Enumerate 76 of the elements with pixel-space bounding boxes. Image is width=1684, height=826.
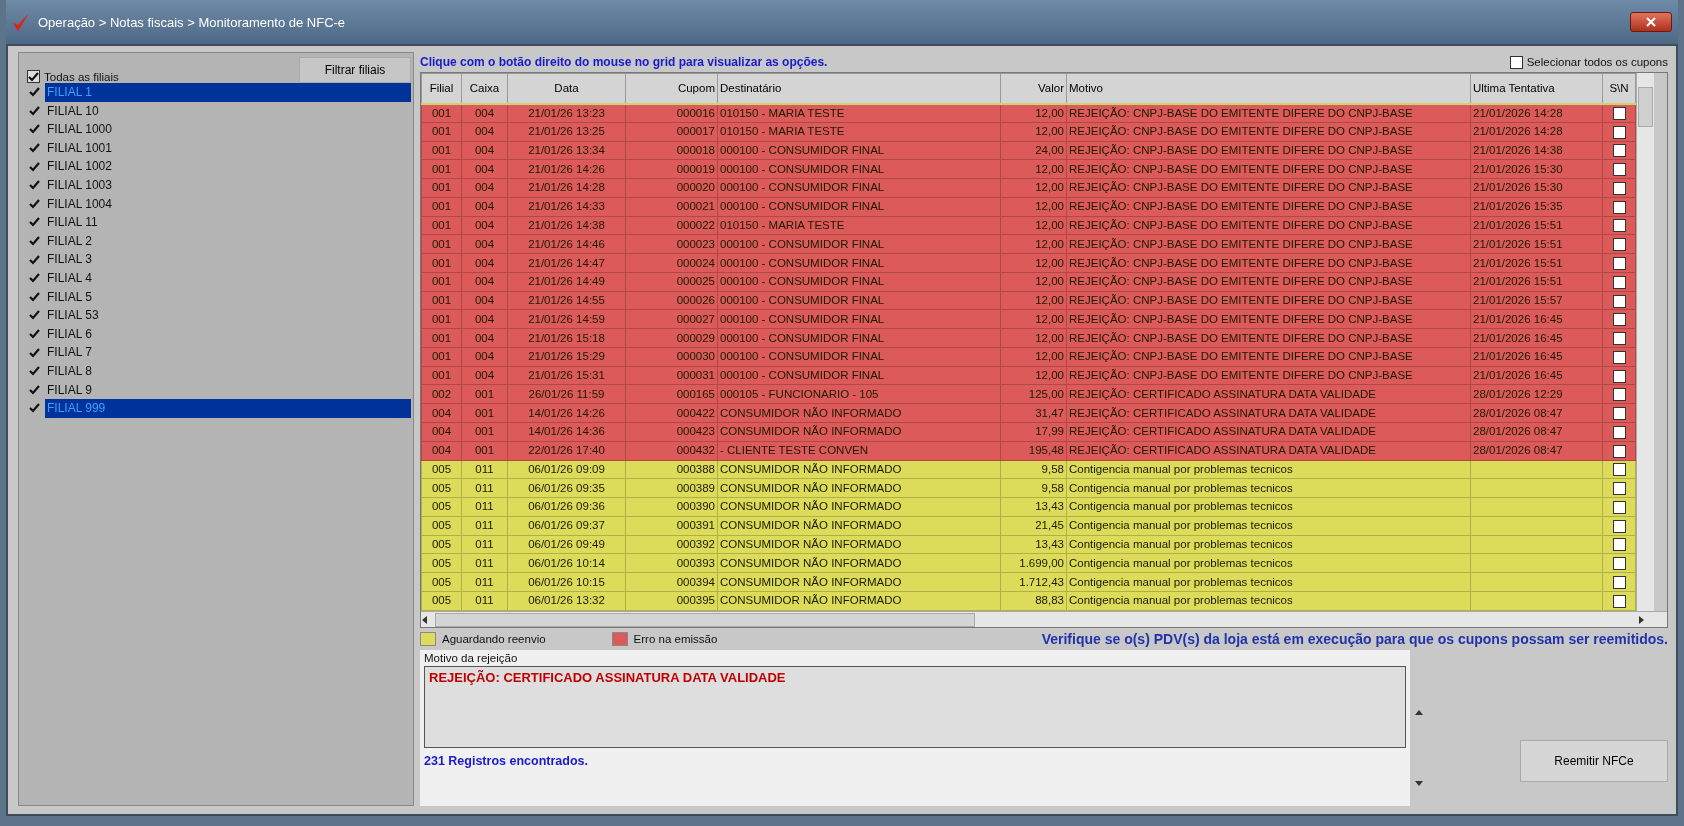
notice-text: Verifique se o(s) PDV(s) da loja está em execução para que os cupons possam ser reemitidos. [1041,631,1668,647]
checkbox[interactable] [1612,256,1626,270]
branch-item[interactable]: FILIAL 1 [45,83,411,102]
record-count: 231 Registros encontrados. [424,754,589,768]
checkbox[interactable] [1612,538,1626,552]
legend-label: Aguardando reenvio [442,633,546,645]
branch-item[interactable]: FILIAL 1003 [45,175,411,195]
checkbox[interactable] [1612,332,1626,346]
horizontal-scrollbar[interactable] [421,611,1667,627]
window-title: Operação > Notas fiscais > Monitoramento de NFC-e [38,14,347,30]
branch-item[interactable]: FILIAL 1002 [45,157,411,176]
reissue-button[interactable]: Reemitir NFCe [1520,740,1668,782]
hint-text: Clique com o botão direito do mouse no grid para visualizar as opções. [420,55,828,69]
rejection-reason-field[interactable]: REJEIÇÃO: CERTIFICADO ASSINATURA DATA VALIDADE [424,666,1406,748]
checkbox[interactable] [1612,576,1626,589]
checkbox[interactable] [1612,313,1626,327]
column-header[interactable]: Destinatário [717,73,1001,104]
column-header[interactable]: Valor [1000,73,1067,104]
checkbox[interactable] [1612,463,1626,477]
checkbox[interactable] [1612,444,1626,458]
column-header[interactable]: S\N [1602,73,1636,104]
checkbox[interactable] [1612,369,1626,383]
checkbox[interactable] [1612,107,1626,121]
check-icon[interactable] [27,327,41,341]
checkbox[interactable] [1612,181,1626,195]
branch-item[interactable]: FILIAL 2 [45,231,411,251]
checkbox[interactable] [1612,219,1626,233]
column-header[interactable]: Filial [421,73,462,104]
table-cell: 005 [421,591,462,611]
checkbox[interactable] [1612,425,1626,439]
close-button[interactable] [1630,12,1672,32]
branch-item[interactable]: FILIAL 6 [45,324,411,344]
column-header[interactable]: Ultima Tentativa [1470,73,1603,104]
checkbox[interactable] [1612,238,1626,252]
checkbox[interactable] [1612,388,1626,402]
branch-item[interactable]: FILIAL 3 [45,250,411,269]
branch-item[interactable]: FILIAL 7 [45,343,411,362]
column-header[interactable]: Cupom [625,73,718,104]
field-label: Motivo da rejeição [424,652,519,664]
checkbox[interactable] [1612,482,1626,496]
branch-item[interactable]: FILIAL 9 [45,380,411,400]
checkbox[interactable] [1612,163,1626,177]
checkbox[interactable] [1612,519,1626,533]
branch-item[interactable]: FILIAL 999 [45,399,411,418]
checkbox[interactable] [27,70,40,83]
scroll-down-icon[interactable] [1414,778,1424,788]
branch-item[interactable]: FILIAL 1001 [45,138,411,158]
checkbox[interactable] [1612,407,1626,421]
column-header[interactable]: Motivo [1066,73,1471,104]
vertical-scrollbar[interactable] [1636,73,1654,611]
checkbox[interactable] [1612,294,1626,308]
legend-label: Erro na emissão [633,633,718,645]
column-header[interactable]: Caixa [461,73,508,104]
filter-button[interactable]: Filtrar filiais [299,57,411,83]
branch-item[interactable]: FILIAL 8 [45,361,411,381]
checkbox[interactable] [1612,594,1626,608]
checkbox[interactable] [1612,275,1626,289]
checkbox[interactable] [1612,144,1626,158]
branch-item[interactable]: FILIAL 53 [45,306,411,325]
checkbox[interactable] [1612,200,1626,214]
checkbox-label: Todas as filiais [44,70,119,83]
checkbox[interactable] [1612,500,1626,514]
close-icon [1646,17,1656,27]
scroll-up-icon[interactable] [1414,708,1424,718]
branch-item[interactable]: FILIAL 11 [45,213,411,232]
branch-item[interactable]: FILIAL 1004 [45,194,411,214]
checkbox-label: Selecionar todos os cupons [1526,56,1668,68]
checkbox[interactable] [1612,557,1626,571]
checkbox[interactable] [1612,125,1626,139]
branch-item[interactable]: FILIAL 1000 [45,120,411,139]
checkbox[interactable] [1509,55,1523,69]
branch-item[interactable]: FILIAL 5 [45,287,411,307]
column-header[interactable]: Data [507,73,626,104]
branch-item[interactable]: FILIAL 4 [45,268,411,288]
branch-item[interactable]: FILIAL 10 [45,101,411,121]
checkbox[interactable] [1612,350,1626,364]
